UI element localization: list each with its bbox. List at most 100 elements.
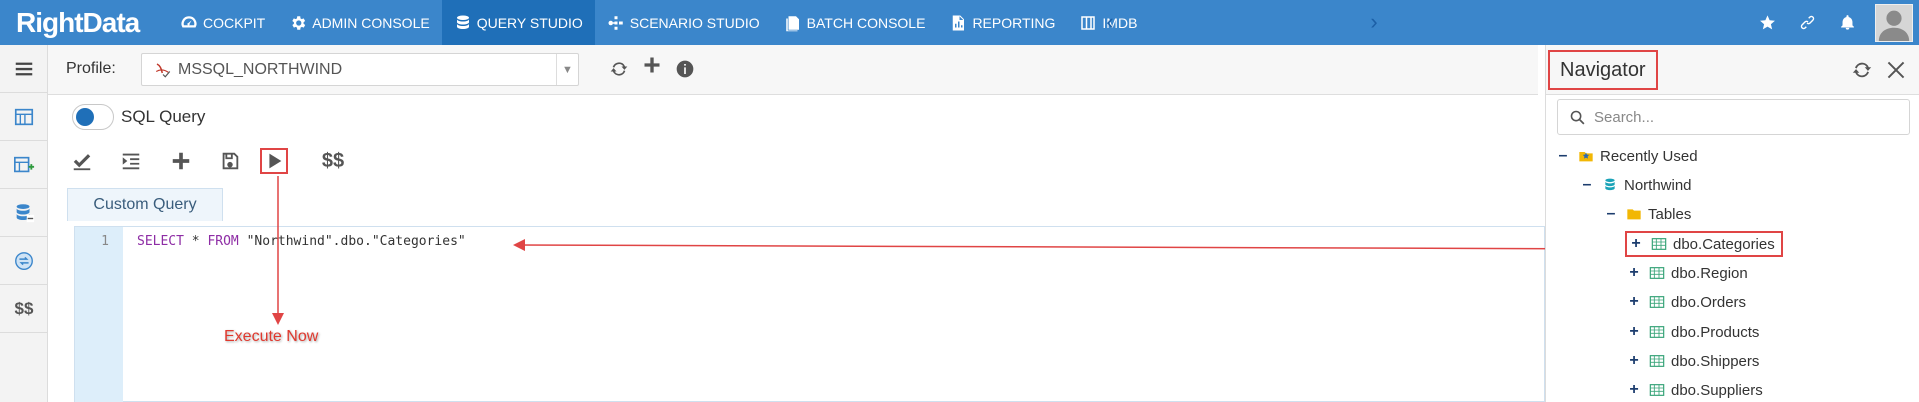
- tree-node-table[interactable]: + dbo.Region: [1627, 261, 1747, 285]
- tab-custom-query-label: Custom Query: [93, 196, 197, 213]
- profile-label: Profile:: [66, 60, 116, 77]
- tree-node-recently-used[interactable]: – Recently Used: [1556, 144, 1698, 168]
- sidebar-item-parameters[interactable]: $$: [0, 285, 48, 333]
- tree-node-northwind[interactable]: – Northwind: [1580, 173, 1692, 197]
- navigator-header: Navigator: [1546, 45, 1919, 95]
- tree-node-table[interactable]: + dbo.Suppliers: [1627, 378, 1762, 402]
- expand-icon[interactable]: +: [1629, 235, 1643, 253]
- sidebar-item-database[interactable]: [0, 189, 48, 237]
- sql-query-toggle[interactable]: [72, 104, 114, 130]
- indent-icon: [122, 153, 140, 170]
- parameters-label: $$: [14, 298, 34, 318]
- profile-select[interactable]: MSSQL_NORTHWIND ▼: [141, 53, 579, 86]
- save-button[interactable]: [216, 148, 244, 174]
- expand-icon[interactable]: +: [1627, 293, 1641, 311]
- nav-admin-console[interactable]: ADMIN CONSOLE: [277, 0, 441, 45]
- sql-keyword-from: FROM: [207, 234, 239, 249]
- table-icon: [1649, 355, 1665, 367]
- chevron-down-icon[interactable]: ▼: [556, 54, 578, 85]
- table-icon: [1649, 267, 1665, 279]
- line-gutter: 1: [75, 227, 123, 402]
- expand-icon[interactable]: +: [1627, 264, 1641, 282]
- tree-node-table[interactable]: + dbo.Categories: [1625, 231, 1783, 257]
- user-silhouette-icon: [1878, 10, 1910, 41]
- links-button[interactable]: [1787, 0, 1827, 45]
- nav-cockpit[interactable]: COCKPIT: [168, 0, 277, 45]
- close-icon: [1887, 61, 1905, 79]
- tree-node-table[interactable]: + dbo.Products: [1627, 320, 1759, 344]
- checkmark-icon: [73, 154, 91, 171]
- info-icon: [676, 60, 694, 78]
- logo-text: RightData: [16, 7, 140, 38]
- expand-icon[interactable]: +: [1627, 381, 1641, 399]
- recent-folder-icon: [1579, 152, 1593, 162]
- profile-info-button[interactable]: [674, 58, 696, 80]
- format-button[interactable]: [117, 148, 145, 174]
- sidebar-item-compare[interactable]: [0, 237, 48, 285]
- nav-scroll-left-icon[interactable]: ‹: [1100, 11, 1120, 33]
- sidebar-item-table-add[interactable]: [0, 141, 48, 189]
- collapse-icon[interactable]: –: [1604, 205, 1618, 223]
- nav-cockpit-label: COCKPIT: [203, 14, 266, 31]
- top-right-actions: [1747, 0, 1919, 45]
- collapse-icon[interactable]: –: [1580, 176, 1594, 194]
- rightdata-logo[interactable]: RightData: [16, 7, 140, 38]
- tree-node-table[interactable]: + dbo.Orders: [1627, 290, 1746, 314]
- collapse-icon[interactable]: –: [1556, 147, 1570, 165]
- gauge-icon: [181, 15, 197, 27]
- catalog-icon: [14, 108, 34, 125]
- tree-node-table-label: dbo.Shippers: [1671, 352, 1760, 370]
- sql-code-line[interactable]: SELECT * FROM "Northwind".dbo."Categorie…: [137, 234, 466, 249]
- nav-scenario-studio-label: SCENARIO STUDIO: [629, 14, 760, 31]
- nav-batch-console[interactable]: BATCH CONSOLE: [772, 0, 938, 45]
- avatar[interactable]: [1875, 3, 1913, 42]
- gear-icon: [292, 15, 306, 30]
- favorites-button[interactable]: [1747, 0, 1787, 45]
- line-number: 1: [101, 234, 109, 249]
- tree-node-recently-used-label: Recently Used: [1600, 147, 1698, 165]
- star-icon: [1759, 15, 1775, 30]
- profile-bar: Profile: MSSQL_NORTHWIND ▼: [48, 45, 1538, 95]
- scenario-icon: [608, 15, 623, 30]
- sql-table-ref: "Northwind".dbo."Categories": [238, 234, 466, 249]
- sql-editor[interactable]: 1 SELECT * FROM "Northwind".dbo."Categor…: [74, 226, 1545, 402]
- parameters-button-label: $$: [321, 149, 345, 172]
- execute-now-annotation: Execute Now: [224, 328, 319, 345]
- navigator-search-input[interactable]: [1594, 107, 1894, 127]
- refresh-profile-button[interactable]: [608, 58, 630, 80]
- validate-button[interactable]: [68, 148, 96, 174]
- database-icon: [456, 15, 469, 29]
- table-icon: [1651, 238, 1667, 250]
- plus-icon: [172, 152, 190, 170]
- tab-custom-query[interactable]: Custom Query: [67, 188, 223, 221]
- nav-scenario-studio[interactable]: SCENARIO STUDIO: [595, 0, 772, 45]
- folder-icon: [1627, 209, 1641, 220]
- database-stack-icon: [16, 203, 35, 222]
- sidebar-menu-button[interactable]: [0, 45, 48, 93]
- tree-node-table[interactable]: + dbo.Shippers: [1627, 349, 1759, 373]
- top-navigation-bar: RightData COCKPIT ADMIN CONSOLE QUERY ST…: [0, 0, 1919, 45]
- menu-icon: [15, 62, 33, 75]
- expand-icon[interactable]: +: [1627, 323, 1641, 341]
- sql-keyword-select: SELECT: [137, 234, 184, 249]
- add-query-button[interactable]: [167, 148, 195, 174]
- notifications-button[interactable]: [1827, 0, 1867, 45]
- tree-node-table-label: dbo.Categories: [1673, 235, 1775, 253]
- tree-node-northwind-label: Northwind: [1624, 176, 1692, 194]
- tree-node-tables[interactable]: – Tables: [1604, 202, 1692, 226]
- nav-query-studio[interactable]: QUERY STUDIO: [441, 0, 595, 45]
- sql-star: *: [183, 234, 208, 249]
- navigator-search[interactable]: [1557, 99, 1910, 135]
- nav-reporting[interactable]: REPORTING: [937, 0, 1067, 45]
- expand-icon[interactable]: +: [1627, 352, 1641, 370]
- navigator-refresh-button[interactable]: [1850, 58, 1874, 82]
- execute-button[interactable]: [260, 148, 288, 174]
- nav-query-studio-label: QUERY STUDIO: [476, 14, 583, 31]
- bell-icon: [1840, 15, 1854, 30]
- add-profile-button[interactable]: [641, 54, 663, 76]
- nav-scroll-right-icon[interactable]: ›: [1364, 11, 1384, 33]
- sidebar-item-catalog[interactable]: [0, 93, 48, 141]
- navigator-close-button[interactable]: [1884, 58, 1908, 82]
- parameters-button[interactable]: $$: [316, 148, 350, 174]
- nav-batch-console-label: BATCH CONSOLE: [806, 14, 926, 31]
